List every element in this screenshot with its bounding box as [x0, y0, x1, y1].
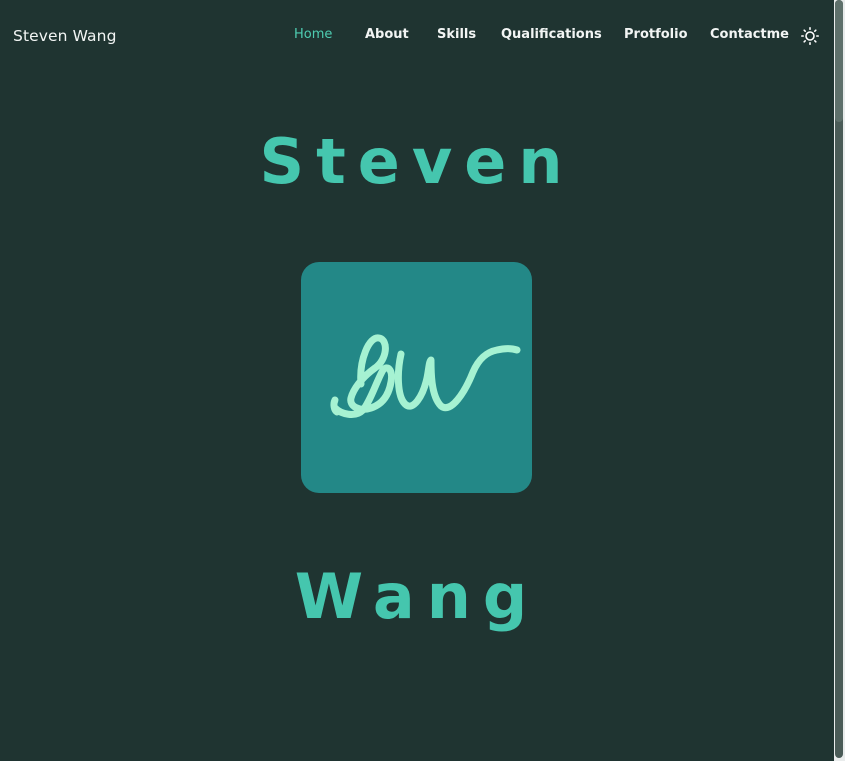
theme-toggle-button[interactable] — [801, 27, 820, 46]
nav-about[interactable]: About — [365, 27, 437, 42]
nav-qualifications[interactable]: Qualifications — [501, 27, 624, 42]
hero-last-name: Wang — [294, 560, 540, 633]
signature-logo — [301, 262, 532, 493]
scrollbar-thumb[interactable] — [835, 0, 843, 122]
signature-logo-image — [330, 334, 521, 418]
page: Steven Wang Home About Skills Qualificat… — [0, 0, 834, 761]
navbar: Steven Wang Home About Skills Qualificat… — [0, 0, 834, 72]
brand-logo-text[interactable]: Steven Wang — [13, 27, 117, 45]
hero-first-name: Steven — [259, 125, 575, 198]
nav-links: Home About Skills Qualifications Protfol… — [294, 27, 804, 42]
vertical-scrollbar[interactable] — [834, 0, 845, 761]
sun-icon — [801, 27, 820, 46]
nav-home[interactable]: Home — [294, 27, 365, 42]
nav-skills[interactable]: Skills — [437, 27, 501, 42]
nav-portfolio[interactable]: Protfolio — [624, 27, 710, 42]
nav-contact[interactable]: Contactme — [710, 27, 804, 42]
